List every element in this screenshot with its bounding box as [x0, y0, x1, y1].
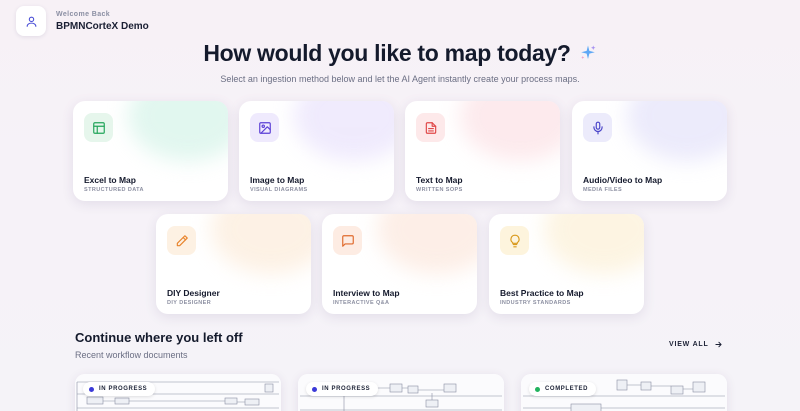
- card-icon-box: [583, 113, 612, 142]
- card-icon-box: [167, 226, 196, 255]
- card-glow: [377, 214, 477, 274]
- user-icon: [26, 16, 36, 27]
- card-title: DIY Designer: [167, 288, 220, 298]
- view-all-label: VIEW ALL: [669, 341, 709, 348]
- status-dot: [312, 386, 317, 392]
- card-glow: [294, 101, 394, 161]
- avatar[interactable]: [16, 6, 46, 36]
- card-text-to-map[interactable]: Text to Map WRITTEN SOPS: [405, 101, 560, 201]
- card-icon-box: [84, 113, 113, 142]
- card-audio-video-to-map[interactable]: Audio/Video to Map MEDIA FILES: [572, 101, 727, 201]
- card-title: Audio/Video to Map: [583, 175, 663, 185]
- card-title: Interview to Map: [333, 288, 400, 298]
- workflow-doc-card[interactable]: IN PROGRESS: [298, 374, 504, 411]
- arrow-right-icon: [715, 341, 722, 348]
- card-best-practice-to-map[interactable]: Best Practice to Map INDUSTRY STANDARDS: [489, 214, 644, 314]
- status-label: IN PROGRESS: [99, 386, 148, 392]
- card-glow: [460, 101, 560, 161]
- card-subtitle: WRITTEN SOPS: [416, 187, 463, 193]
- status-dot: [535, 386, 540, 392]
- card-icon-box: [333, 226, 362, 255]
- section-title: Continue where you left off: [75, 330, 243, 345]
- card-glow: [627, 101, 727, 161]
- card-subtitle: STRUCTURED DATA: [84, 187, 144, 193]
- user-name: BPMNCorteX Demo: [56, 20, 149, 32]
- status-badge: COMPLETED: [529, 382, 597, 396]
- status-dot: [89, 386, 94, 392]
- card-subtitle: MEDIA FILES: [583, 187, 623, 193]
- card-excel-to-map[interactable]: Excel to Map STRUCTURED DATA: [73, 101, 228, 201]
- welcome-label: Welcome Back: [56, 10, 111, 18]
- user-header: Welcome Back BPMNCorteX Demo: [16, 6, 149, 36]
- card-icon-box: [500, 226, 529, 255]
- workflow-doc-card[interactable]: IN PROGRESS: [75, 374, 281, 411]
- table-icon: [92, 121, 105, 134]
- card-title: Text to Map: [416, 175, 463, 185]
- card-subtitle: DIY DESIGNER: [167, 300, 212, 306]
- page-title: How would you like to map today?: [0, 40, 800, 68]
- card-subtitle: INDUSTRY STANDARDS: [500, 300, 571, 306]
- card-title: Best Practice to Map: [500, 288, 584, 298]
- microphone-icon: [592, 121, 603, 134]
- section-subtitle: Recent workflow documents: [75, 350, 188, 360]
- card-glow: [544, 214, 644, 274]
- pencil-icon: [176, 234, 188, 246]
- card-subtitle: INTERACTIVE Q&A: [333, 300, 390, 306]
- status-badge: IN PROGRESS: [306, 382, 379, 396]
- card-glow: [128, 101, 228, 161]
- card-title: Excel to Map: [84, 175, 136, 185]
- card-title: Image to Map: [250, 175, 305, 185]
- lightbulb-icon: [509, 234, 520, 247]
- status-badge: IN PROGRESS: [83, 382, 156, 396]
- status-label: COMPLETED: [545, 386, 589, 392]
- page-title-text: How would you like to map today?: [203, 40, 571, 66]
- chat-icon: [341, 234, 354, 247]
- card-glow: [211, 214, 311, 274]
- status-label: IN PROGRESS: [322, 386, 371, 392]
- image-icon: [258, 121, 271, 134]
- card-diy-designer[interactable]: DIY Designer DIY DESIGNER: [156, 214, 311, 314]
- user-info: Welcome Back BPMNCorteX Demo: [56, 11, 149, 32]
- workflow-doc-card[interactable]: COMPLETED: [521, 374, 727, 411]
- card-subtitle: VISUAL DIAGRAMS: [250, 187, 308, 193]
- card-icon-box: [416, 113, 445, 142]
- document-icon: [425, 121, 436, 134]
- card-image-to-map[interactable]: Image to Map VISUAL DIAGRAMS: [239, 101, 394, 201]
- page-subtitle: Select an ingestion method below and let…: [220, 74, 580, 84]
- card-interview-to-map[interactable]: Interview to Map INTERACTIVE Q&A: [322, 214, 477, 314]
- card-icon-box: [250, 113, 279, 142]
- sparkle-icon: [579, 41, 597, 68]
- view-all-link[interactable]: VIEW ALL: [669, 340, 723, 349]
